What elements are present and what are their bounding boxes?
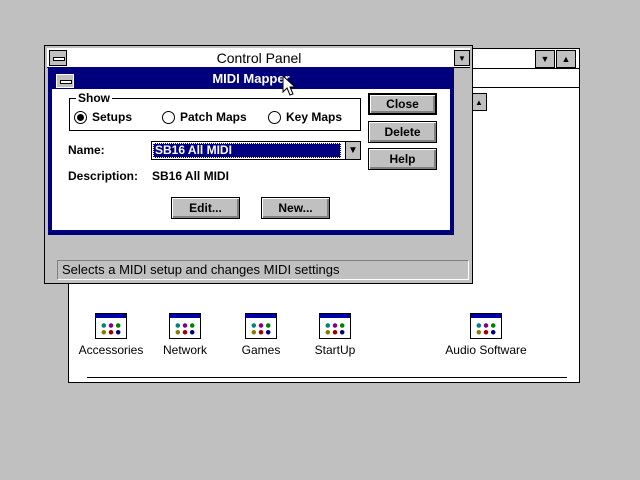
new-button[interactable]: New... (261, 197, 330, 219)
name-dropdown[interactable]: SB16 All MIDI ▼ (151, 141, 361, 160)
program-group-icon (319, 313, 351, 339)
group-startup[interactable]: StartUp (295, 313, 375, 365)
patch-maps-radio[interactable]: Patch Maps (162, 110, 247, 124)
edit-button[interactable]: Edit... (171, 197, 240, 219)
status-bar: Selects a MIDI setup and changes MIDI se… (57, 260, 469, 280)
dialog-body: Show Setups Patch Maps Key Maps Name: SB… (52, 89, 450, 230)
key-maps-radio-label: Key Maps (286, 110, 343, 124)
close-button[interactable]: Close (368, 93, 437, 115)
group-label: Games (241, 343, 281, 357)
minimize-button[interactable]: ▼ (454, 50, 470, 66)
group-games[interactable]: Games (221, 313, 301, 365)
delete-button[interactable]: Delete (368, 121, 437, 143)
system-menu-button[interactable] (49, 50, 67, 66)
control-panel-titlebar: Control Panel ▼ (47, 48, 470, 68)
dropdown-arrow-icon[interactable]: ▼ (345, 142, 360, 159)
program-group-icon (245, 313, 277, 339)
dialog-titlebar: MIDI Mapper (52, 70, 450, 89)
show-groupbox: Show Setups Patch Maps Key Maps (69, 91, 361, 131)
name-selected-value[interactable]: SB16 All MIDI (153, 143, 341, 158)
maximize-button[interactable]: ▲ (556, 50, 576, 68)
window-title: Control Panel (216, 50, 302, 66)
midi-mapper-dialog: MIDI Mapper Show Setups Patch Maps Key M… (48, 67, 454, 235)
dialog-title: MIDI Mapper (212, 71, 290, 86)
group-label: StartUp (314, 343, 356, 357)
name-label: Name: (68, 143, 105, 157)
show-group-label: Show (76, 91, 112, 105)
setups-radio[interactable]: Setups (74, 110, 132, 124)
group-label: Audio Software (445, 343, 527, 357)
radio-unselected-icon (268, 110, 281, 124)
program-group-icon (169, 313, 201, 339)
description-value: SB16 All MIDI (152, 169, 229, 183)
group-label: Network (162, 343, 207, 357)
program-group-icon (470, 313, 502, 339)
radio-unselected-icon (162, 110, 175, 124)
key-maps-radio[interactable]: Key Maps (268, 110, 342, 124)
inner-window-maximize-button[interactable]: ▲ (471, 93, 487, 111)
minimize-button[interactable]: ▼ (535, 50, 555, 68)
mouse-pointer-icon (282, 75, 297, 96)
group-label: Accessories (78, 343, 144, 357)
group-audio-software[interactable]: Audio Software (441, 313, 531, 365)
group-network[interactable]: Network (145, 313, 225, 365)
description-label: Description: (68, 169, 139, 183)
divider (87, 377, 567, 378)
group-accessories[interactable]: Accessories (71, 313, 151, 365)
patch-maps-radio-label: Patch Maps (180, 110, 247, 124)
help-button[interactable]: Help (368, 148, 437, 170)
setups-radio-label: Setups (92, 110, 133, 124)
program-group-icon (95, 313, 127, 339)
radio-selected-icon (74, 110, 87, 124)
